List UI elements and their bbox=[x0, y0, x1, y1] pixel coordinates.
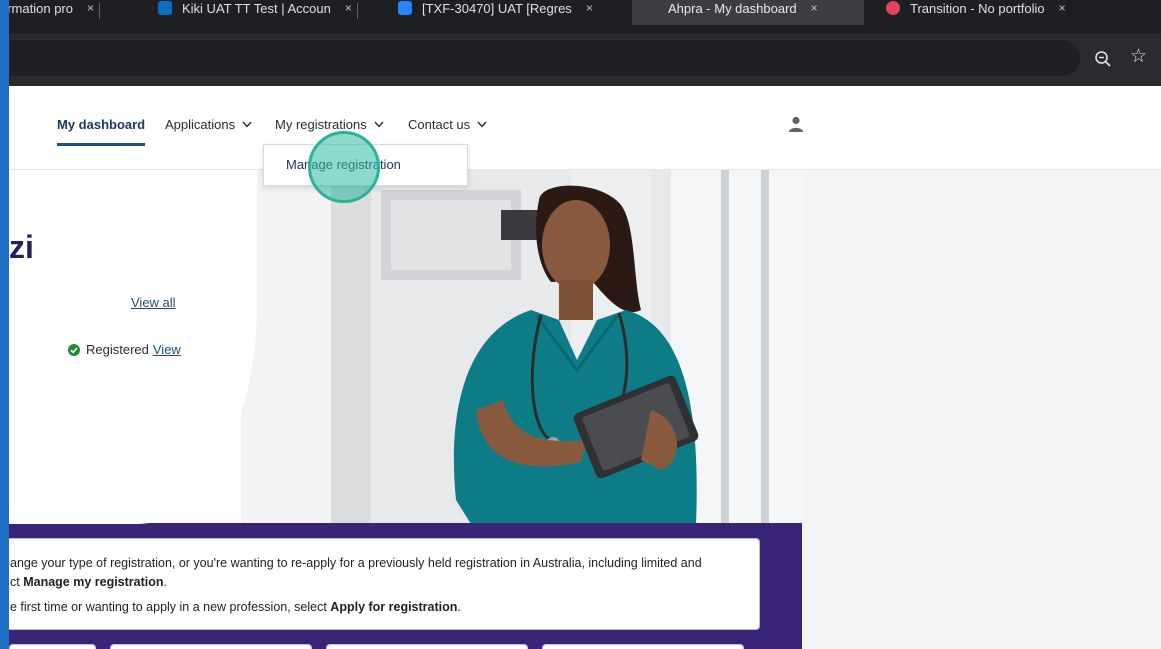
zoom-out-icon[interactable] bbox=[1094, 50, 1112, 68]
status-label: Registered bbox=[86, 342, 149, 357]
browser-tab[interactable]: Transition - No portfolio × bbox=[886, 0, 1066, 25]
nav-active-indicator bbox=[57, 143, 145, 146]
registration-info-band: ange your type of registration, or you'r… bbox=[9, 523, 802, 649]
chevron-down-icon bbox=[374, 121, 384, 128]
tab-title: ormation pro bbox=[0, 0, 73, 16]
tab-title: Ahpra - My dashboard bbox=[668, 0, 797, 16]
registration-status: Registered View bbox=[68, 342, 181, 357]
welcome-heading: zi bbox=[9, 229, 34, 265]
user-icon[interactable] bbox=[787, 115, 805, 133]
tab-favicon-icon bbox=[886, 1, 900, 15]
browser-tab-active[interactable]: Ahpra - My dashboard × bbox=[632, 0, 864, 25]
check-circle-icon bbox=[68, 343, 80, 356]
info-text-line: ct Manage my registration. bbox=[10, 575, 167, 589]
view-all-link[interactable]: View all bbox=[131, 295, 176, 310]
browser-tab[interactable]: ormation pro × bbox=[0, 0, 100, 25]
site-header: My dashboard Applications My registratio… bbox=[0, 86, 1161, 170]
action-button[interactable] bbox=[110, 644, 312, 649]
apply-for-registration-text: Apply for registration bbox=[330, 600, 458, 614]
browser-tab[interactable]: [TXF-30470] UAT [Regres × bbox=[398, 0, 593, 25]
tab-title: Kiki UAT TT Test | Accoun bbox=[182, 0, 331, 16]
info-text: . bbox=[163, 575, 168, 589]
screenshot-frame: ormation pro × Kiki UAT TT Test | Accoun… bbox=[0, 0, 1161, 649]
tab-title: Transition - No portfolio bbox=[910, 0, 1045, 16]
tab-separator bbox=[356, 3, 358, 19]
tab-favicon-icon bbox=[398, 1, 412, 15]
action-button[interactable] bbox=[9, 644, 96, 649]
tab-close-icon[interactable]: × bbox=[1059, 1, 1066, 15]
info-text: . bbox=[457, 600, 461, 614]
action-button[interactable] bbox=[542, 644, 744, 649]
nav-my-dashboard[interactable]: My dashboard bbox=[57, 117, 145, 132]
address-bar[interactable] bbox=[10, 40, 1080, 76]
browser-tab[interactable]: Kiki UAT TT Test | Accoun × bbox=[158, 0, 358, 25]
hero-image bbox=[241, 170, 802, 524]
tab-favicon-icon bbox=[158, 1, 172, 15]
registration-info-box: ange your type of registration, or you'r… bbox=[9, 538, 760, 630]
browser-toolbar: ☆ bbox=[0, 34, 1161, 86]
nav-label: My registrations bbox=[275, 117, 367, 132]
browser-tab-strip: ormation pro × Kiki UAT TT Test | Accoun… bbox=[0, 0, 1161, 34]
bookmark-star-icon[interactable]: ☆ bbox=[1130, 46, 1147, 68]
window-edge bbox=[0, 0, 9, 649]
info-text-line: ange your type of registration, or you'r… bbox=[10, 556, 702, 570]
nav-contact-us[interactable]: Contact us bbox=[408, 117, 487, 132]
info-text: ange your type of registration, or you'r… bbox=[10, 556, 702, 570]
action-button[interactable] bbox=[326, 644, 528, 649]
info-text: ct bbox=[10, 575, 24, 589]
nav-applications[interactable]: Applications bbox=[165, 117, 252, 132]
info-text: e first time or wanting to apply in a ne… bbox=[10, 600, 331, 614]
tab-close-icon[interactable]: × bbox=[586, 1, 593, 15]
tab-separator bbox=[99, 3, 100, 19]
tab-close-icon[interactable]: × bbox=[811, 1, 818, 15]
info-text-line: e first time or wanting to apply in a ne… bbox=[10, 600, 461, 614]
right-side-panel bbox=[802, 170, 1161, 649]
tab-close-icon[interactable]: × bbox=[345, 1, 352, 15]
status-view-link[interactable]: View bbox=[153, 342, 181, 357]
click-highlight-marker bbox=[308, 131, 380, 203]
nav-label: My dashboard bbox=[57, 117, 146, 132]
chevron-down-icon bbox=[242, 121, 252, 128]
nav-label: Contact us bbox=[408, 117, 471, 132]
tab-title: [TXF-30470] UAT [Regres bbox=[422, 0, 572, 16]
tab-close-icon[interactable]: × bbox=[87, 1, 94, 15]
chevron-down-icon bbox=[477, 121, 487, 128]
nav-label: Applications bbox=[165, 117, 236, 132]
manage-my-registration-text: Manage my registration bbox=[23, 575, 164, 589]
nav-my-registrations[interactable]: My registrations bbox=[275, 117, 384, 132]
nurse-photo bbox=[241, 170, 802, 524]
